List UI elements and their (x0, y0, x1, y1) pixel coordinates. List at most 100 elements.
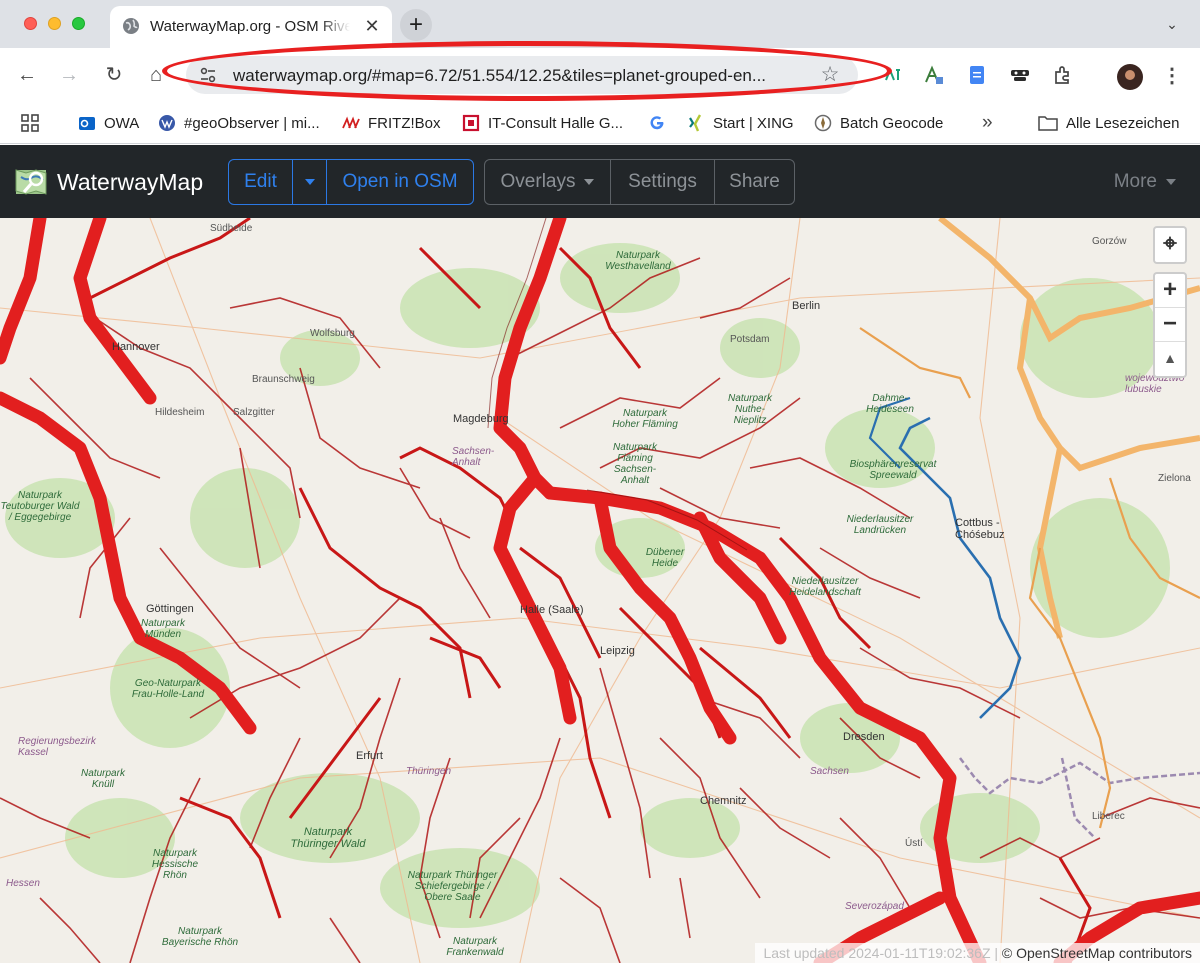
waterwaymap-logo-icon[interactable] (15, 165, 49, 199)
map-label: Chemnitz (700, 795, 747, 807)
home-button[interactable]: ⌂ (140, 59, 172, 91)
map-label: Niederlausitzer Landrücken (846, 514, 914, 536)
waterway-map[interactable]: Gorzów Südheide Naturpark Westhavelland … (0, 218, 1200, 963)
map-label: Naturpark Fläming Sachsen-Anhalt (613, 442, 657, 486)
tab-close-icon[interactable]: ✕ (362, 16, 382, 36)
zoom-in-button[interactable]: + (1155, 274, 1185, 308)
site-info-icon[interactable] (198, 65, 218, 85)
compass-icon (814, 114, 832, 132)
map-label: Naturpark Hessische Rhön (151, 848, 199, 881)
zoom-out-button[interactable]: − (1155, 308, 1185, 342)
map-label: Zielona (1158, 473, 1191, 484)
locate-icon[interactable]: ⌖ (1155, 228, 1185, 262)
reload-button[interactable]: ↻ (98, 59, 130, 91)
bookmark-label: Alle Lesezeichen (1066, 114, 1180, 132)
window-maximize-button[interactable] (72, 17, 85, 30)
app-brand[interactable]: WaterwayMap (57, 169, 203, 196)
country-border-czech (959, 757, 1200, 795)
incognito-extension-icon[interactable] (1009, 64, 1031, 86)
map-label: Severozápad (845, 901, 904, 912)
folder-icon (1038, 116, 1058, 131)
map-label: Hildesheim (155, 407, 205, 418)
browser-window: WaterwayMap.org - OSM River Basins ✕ + ⌄… (0, 0, 1200, 963)
zoom-control: + − ▲ (1153, 272, 1187, 378)
map-label: Magdeburg (453, 413, 509, 425)
map-label: Naturpark Thüringer Schiefergebirge / Ob… (407, 870, 498, 903)
map-label: Salzgitter (233, 407, 275, 418)
map-label: Dübener Heide (645, 547, 685, 569)
overlays-label: Overlays (500, 171, 576, 192)
forward-button[interactable]: → (53, 59, 85, 91)
more-label: More (1113, 171, 1157, 192)
more-dropdown[interactable]: More (1114, 171, 1176, 193)
document-extension-icon[interactable] (966, 64, 988, 86)
map-label: Naturpark Frankenwald (446, 936, 504, 958)
browser-menu-icon[interactable]: ⋮ (1158, 60, 1186, 92)
map-label: Naturpark Bayerische Rhön (161, 926, 239, 948)
osm-attribution-link[interactable]: © OpenStreetMap contributors (1002, 945, 1192, 961)
map-label: Naturpark Thüringer Wald (290, 826, 366, 850)
map-label: Liberec (1092, 811, 1125, 822)
bookmark-owa[interactable]: OWA (78, 112, 139, 134)
bookmark-label: Batch Geocode (840, 114, 944, 132)
map-label: Leipzig (600, 645, 635, 657)
tab-search-icon[interactable]: ⌄ (1160, 12, 1184, 36)
map-label: Naturpark Knüll (81, 768, 125, 790)
map-label: Ústí (905, 838, 923, 849)
chevron-down-icon (304, 179, 315, 185)
extension-icon[interactable] (882, 64, 904, 86)
bookmark-google[interactable] (648, 112, 674, 134)
bookmark-fritzbox[interactable]: FRITZ!Box (342, 112, 441, 134)
bookmark-xing[interactable]: Start | XING (687, 112, 794, 134)
back-button[interactable]: ← (11, 59, 43, 91)
edit-dropdown-toggle[interactable] (293, 160, 327, 204)
translate-extension-icon[interactable] (923, 64, 945, 86)
bookmark-label: OWA (104, 114, 140, 132)
bookmark-label: #geoObserver | mi... (184, 114, 320, 132)
wordpress-icon (159, 115, 175, 131)
google-icon (650, 116, 664, 130)
map-label: Naturpark Hoher Fläming (612, 408, 678, 430)
all-bookmarks-folder[interactable]: Alle Lesezeichen (1038, 112, 1179, 134)
bookmark-geoobserver[interactable]: #geoObserver | mi... (158, 112, 320, 134)
url-text[interactable]: waterwaymap.org/#map=6.72/51.554/12.25&t… (233, 66, 813, 86)
bookmark-label: IT-Consult Halle G... (488, 114, 624, 132)
address-bar[interactable]: waterwaymap.org/#map=6.72/51.554/12.25&t… (186, 56, 858, 94)
map-label: Dresden (843, 731, 885, 743)
xing-icon (689, 114, 702, 132)
apps-button[interactable] (21, 112, 47, 134)
overlays-dropdown[interactable]: Overlays (485, 160, 611, 204)
forest-areas (5, 243, 1170, 928)
map-label: Südheide (210, 223, 253, 234)
fritzbox-icon (342, 116, 360, 129)
open-in-osm-button[interactable]: Open in OSM (327, 160, 473, 204)
edit-button-group: Edit Open in OSM (228, 159, 474, 205)
view-button-group: Overlays Settings Share (484, 159, 795, 205)
bookmark-it-consult[interactable]: IT-Consult Halle G... (462, 112, 623, 134)
map-label: Halle (Saale) (520, 604, 584, 616)
chevron-down-icon (584, 179, 595, 185)
tab-waterwaymap[interactable]: WaterwayMap.org - OSM River Basins ✕ (110, 6, 392, 48)
bookmark-label: Start | XING (713, 114, 794, 132)
profile-avatar[interactable] (1117, 64, 1143, 90)
map-label: Gorzów (1092, 236, 1127, 247)
extensions-puzzle-icon[interactable] (1052, 64, 1074, 86)
bookmarks-bar: OWA #geoObserver | mi... FRITZ!Box IT-Co… (0, 102, 1200, 144)
settings-button[interactable]: Settings (611, 160, 715, 204)
window-minimize-button[interactable] (48, 17, 61, 30)
map-label: Wolfsburg (310, 328, 355, 339)
map-label: Cottbus - Chóśebuz (955, 517, 1005, 541)
share-button[interactable]: Share (715, 160, 794, 204)
edit-button[interactable]: Edit (229, 160, 293, 204)
compass-icon[interactable]: ▲ (1155, 342, 1185, 376)
bookmark-star-icon[interactable]: ☆ (818, 63, 842, 87)
bookmark-batch-geocode[interactable]: Batch Geocode (814, 112, 943, 134)
bookmarks-overflow-button[interactable]: » (982, 112, 993, 134)
new-tab-button[interactable]: + (400, 9, 432, 41)
map-label: Naturpark Teutoburger Wald / Eggegebirge (0, 490, 80, 523)
map-label: Berlin (792, 300, 821, 312)
window-close-button[interactable] (24, 17, 37, 30)
apps-grid-icon (21, 114, 39, 132)
map-label: Potsdam (730, 334, 770, 345)
map-label: Göttingen (146, 603, 194, 615)
